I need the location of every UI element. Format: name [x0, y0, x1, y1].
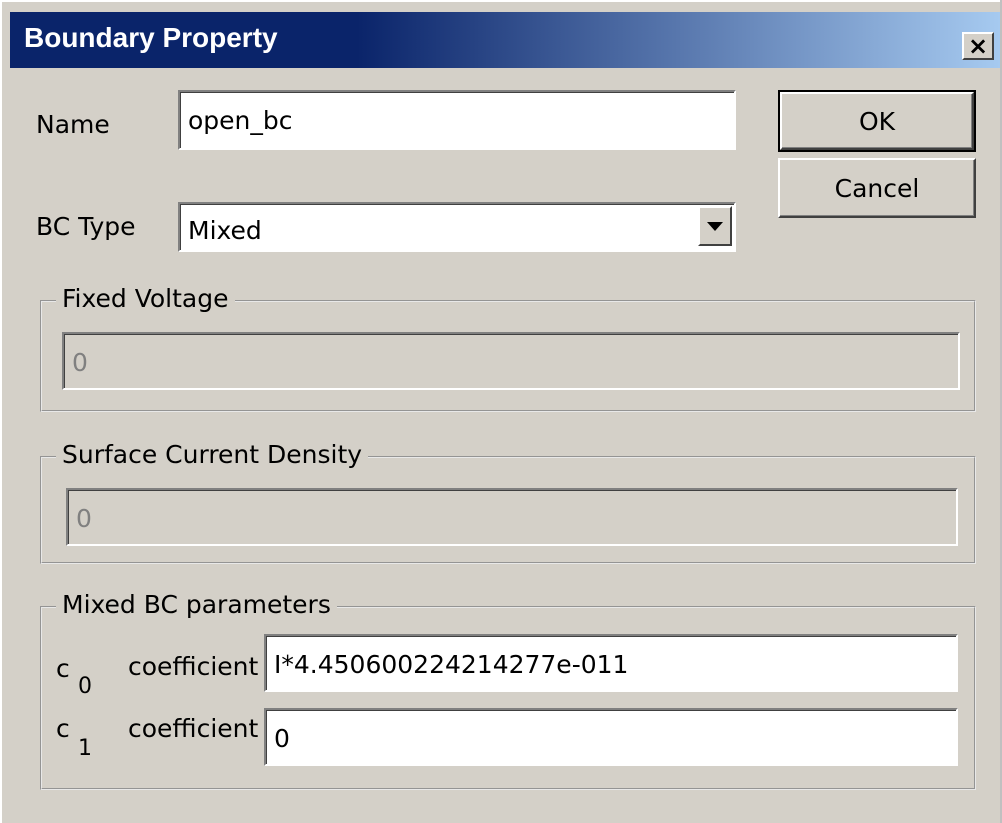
- c0-coefficient-input[interactable]: I*4.450600224214277e-011: [264, 634, 958, 692]
- cancel-button[interactable]: Cancel: [778, 158, 976, 218]
- name-input[interactable]: open_bc: [178, 90, 736, 150]
- dialog-title: Boundary Property: [24, 22, 278, 53]
- chevron-down-icon: [707, 221, 723, 231]
- c0-subscript: 0: [78, 674, 92, 699]
- title-bar[interactable]: Boundary Property ×: [10, 12, 1000, 68]
- mixed-bc-group: Mixed BC parameters c 0 coefficient I*4.…: [40, 590, 976, 790]
- fixed-voltage-input[interactable]: 0: [62, 332, 960, 390]
- surface-current-input[interactable]: 0: [66, 488, 958, 546]
- bc-type-label: BC Type: [36, 212, 136, 241]
- c1-subscript: 1: [78, 736, 92, 761]
- close-icon: ×: [967, 32, 989, 60]
- c1-letter: c: [56, 714, 70, 743]
- c0-label: coefficient: [128, 652, 259, 681]
- c1-coefficient-input[interactable]: 0: [264, 708, 958, 766]
- mixed-bc-legend: Mixed BC parameters: [56, 590, 337, 619]
- ok-button[interactable]: OK: [778, 90, 976, 152]
- surface-current-legend: Surface Current Density: [56, 440, 369, 469]
- close-button[interactable]: ×: [962, 32, 994, 60]
- bc-type-select[interactable]: Mixed: [178, 202, 736, 252]
- boundary-property-dialog: Boundary Property × Name open_bc OK Canc…: [0, 0, 1000, 823]
- name-label: Name: [36, 110, 110, 139]
- fixed-voltage-group: Fixed Voltage 0: [40, 284, 976, 412]
- c0-letter: c: [56, 654, 70, 683]
- dropdown-button[interactable]: [698, 206, 732, 246]
- fixed-voltage-legend: Fixed Voltage: [56, 284, 235, 313]
- c1-label: coefficient: [128, 714, 259, 743]
- surface-current-group: Surface Current Density 0: [40, 440, 976, 564]
- bc-type-value: Mixed: [188, 216, 262, 245]
